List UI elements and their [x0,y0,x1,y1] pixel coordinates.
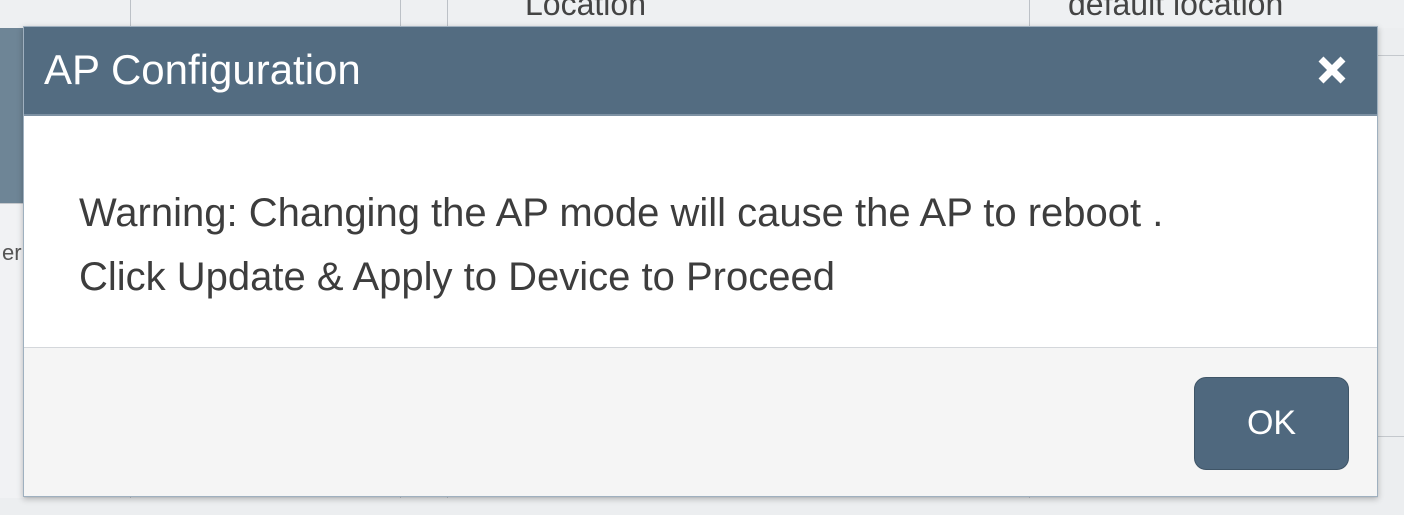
background-location-label: Location [525,0,646,22]
dialog-title: AP Configuration [44,46,361,93]
background-location-value: default location [1068,0,1284,22]
dialog-header: AP Configuration [24,27,1377,116]
dialog-footer: OK [24,348,1377,496]
background-right-strip [1378,28,1404,515]
background-bottom-strip [0,498,1404,515]
dialog-body: Warning: Changing the AP mode will cause… [24,116,1377,348]
ok-button[interactable]: OK [1194,377,1349,470]
background-panel-dark [0,28,24,203]
background-divider [1378,436,1404,437]
background-left-text-fragment: er [2,240,22,265]
background-divider [1378,55,1404,56]
close-icon[interactable] [1315,53,1349,87]
background-header-row: Location default location [0,0,1404,29]
ap-configuration-dialog: AP Configuration Warning: Changing the A… [23,26,1378,497]
warning-message: Warning: Changing the AP mode will cause… [79,191,1164,299]
